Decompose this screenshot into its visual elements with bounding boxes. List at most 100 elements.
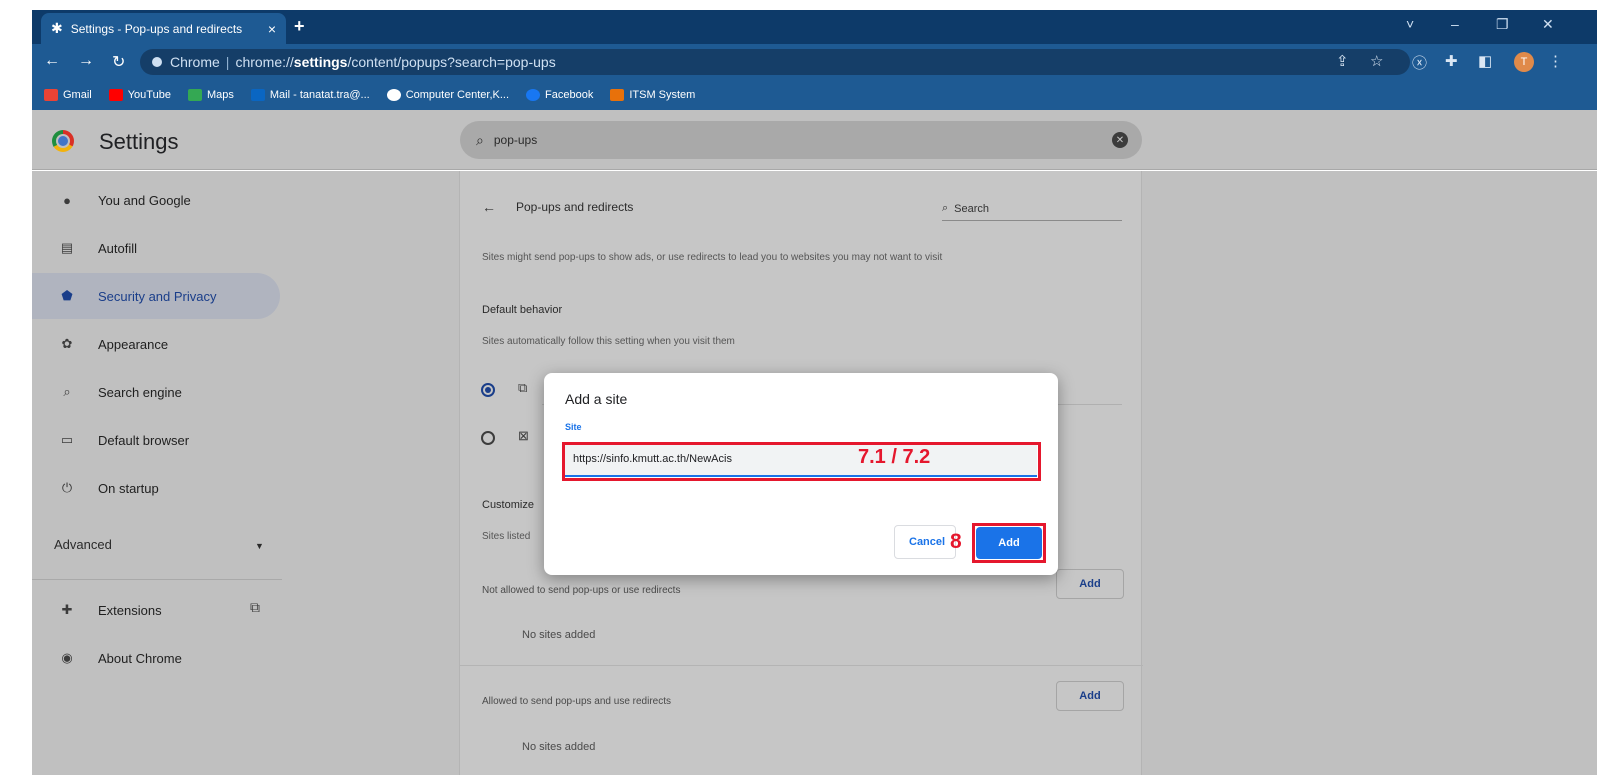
divider (460, 665, 1143, 666)
tab-title: Settings - Pop-ups and redirects (70, 21, 243, 36)
url-host: settings (293, 54, 348, 70)
subpage-search-input[interactable]: ⌕ Search (942, 197, 1122, 221)
shield-icon: ⬟ (61, 288, 73, 303)
palette-icon: ✿ (61, 336, 73, 351)
sidebar-item-label: Search engine (98, 384, 182, 400)
tab-search-icon[interactable]: ˅ (1406, 16, 1414, 32)
allowed-label: Allowed to send pop-ups and use redirect… (482, 696, 672, 707)
puzzle-icon: ✚ (61, 602, 73, 617)
site-chip-label: Chrome (170, 54, 220, 70)
restore-button[interactable]: ❐ (1496, 16, 1509, 33)
address-bar[interactable]: Chrome | chrome:// settings /content/pop… (140, 49, 1410, 75)
gear-icon: ✱ (51, 20, 63, 36)
sidebar-item-label: Security and Privacy (98, 288, 217, 304)
not-allowed-label: Not allowed to send pop-ups or use redir… (482, 585, 681, 596)
bookmark-computer-center[interactable]: Computer Center,K... (386, 89, 509, 101)
popup-blocked-icon: ⊠ (518, 428, 529, 443)
radio-allowed[interactable] (481, 383, 495, 397)
share-icon[interactable]: ⇪ (1336, 52, 1349, 70)
back-arrow-icon[interactable]: ← (482, 199, 496, 215)
gmail-icon (44, 89, 58, 101)
annotation-box-input (562, 442, 1041, 481)
sidebar-item-about[interactable]: ◉ About Chrome (32, 635, 280, 681)
sidebar-item-label: Default browser (98, 432, 190, 448)
puzzle-icon[interactable]: ✚ (1445, 52, 1458, 70)
search-icon: ⌕ (63, 384, 71, 399)
bookmark-gmail[interactable]: Gmail (44, 89, 92, 101)
new-tab-button[interactable]: + (294, 16, 305, 37)
extension-x-icon[interactable]: ⓧ (1412, 52, 1427, 73)
sidebar-item-search-engine[interactable]: ⌕ Search engine (32, 369, 280, 415)
sidebar-advanced[interactable]: Advanced (54, 537, 112, 552)
settings-header: Settings ⌕ pop-ups ✕ (32, 110, 1597, 170)
annotation-step-input: 7.1 / 7.2 (858, 446, 931, 468)
tab-settings[interactable]: ✱ Settings - Pop-ups and redirects × (41, 13, 286, 44)
sidebar-item-label: Autofill (98, 240, 138, 256)
sidebar-item-label: On startup (98, 480, 159, 496)
outlook-icon (250, 89, 265, 101)
minimize-button[interactable]: – (1451, 16, 1459, 32)
page-title: Settings (99, 129, 179, 154)
person-icon: ● (63, 192, 71, 208)
chrome-icon: ◉ (61, 650, 73, 665)
sidebar-item-you-and-google[interactable]: ● You and Google (32, 177, 280, 223)
tab-close-icon[interactable]: × (268, 21, 276, 37)
sidebar-item-label: Appearance (98, 336, 169, 352)
reload-icon[interactable]: ↻ (112, 52, 125, 72)
bookmark-youtube[interactable]: YouTube (108, 89, 171, 101)
subpage-search-placeholder: Search (954, 202, 990, 215)
sidebar-item-label: You and Google (98, 192, 191, 208)
bookmark-maps[interactable]: Maps (187, 89, 234, 101)
itsm-icon (610, 89, 625, 101)
sidebar-item-default-browser[interactable]: ▭ Default browser (32, 417, 280, 463)
popup-allowed-icon: ⧉ (518, 380, 528, 395)
site-chip[interactable]: Chrome (152, 54, 220, 70)
back-arrow-icon[interactable]: ← (44, 52, 60, 70)
bookmark-mail[interactable]: Mail - tanatat.tra@... (250, 89, 370, 101)
section-sub-customized: Sites listed (482, 531, 531, 542)
bookmarks-bar: Gmail YouTube Maps Mail - tanatat.tra@..… (32, 80, 1597, 110)
clipboard-icon: ▤ (60, 240, 74, 255)
section-heading-customized: Customize (482, 499, 534, 511)
sidebar-item-autofill[interactable]: ▤ Autofill (32, 225, 280, 271)
toolbar: ← → ↻ Chrome | chrome:// settings /conte… (32, 44, 1597, 80)
bookmark-facebook[interactable]: Facebook (526, 89, 593, 101)
settings-search-value: pop-ups (493, 133, 538, 147)
browser-icon: ▭ (60, 432, 74, 447)
section-heading-default: Default behavior (482, 304, 563, 316)
power-icon: ⏻ (61, 480, 73, 495)
search-icon: ⌕ (476, 131, 484, 148)
sidebar-divider (32, 579, 282, 580)
cancel-button[interactable]: Cancel (894, 525, 956, 559)
maps-icon (187, 89, 202, 101)
forward-arrow-icon[interactable]: → (78, 52, 94, 70)
youtube-icon (108, 89, 123, 101)
chrome-icon (152, 57, 162, 67)
close-window-button[interactable]: ✕ (1542, 16, 1554, 33)
open-in-new-icon[interactable]: ⧉ (250, 599, 260, 616)
sidebar-item-security[interactable]: ⬟ Security and Privacy (32, 273, 280, 319)
site-field-label: Site (565, 422, 582, 432)
avatar[interactable]: T (1514, 52, 1534, 72)
radio-blocked[interactable] (481, 431, 495, 445)
sidebar-item-appearance[interactable]: ✿ Appearance (32, 321, 280, 367)
chrome-logo-icon (52, 130, 74, 152)
globe-icon (386, 89, 401, 101)
menu-kebab-icon[interactable]: ⋮ (1548, 52, 1563, 70)
settings-search-input[interactable]: ⌕ pop-ups ✕ (460, 121, 1142, 159)
title-bar: ✱ Settings - Pop-ups and redirects × + ˅… (32, 10, 1597, 44)
search-icon: ⌕ (942, 202, 949, 214)
not-allowed-empty: No sites added (522, 629, 596, 641)
bookmark-star-icon[interactable]: ☆ (1370, 52, 1383, 70)
bookmark-itsm[interactable]: ITSM System (610, 89, 695, 101)
browser-window: ✱ Settings - Pop-ups and redirects × + ˅… (32, 10, 1597, 775)
side-panel-icon[interactable]: ◧ (1478, 52, 1492, 70)
clear-search-icon[interactable]: ✕ (1112, 132, 1128, 148)
add-allowed-button[interactable]: Add (1056, 681, 1124, 711)
url-path: /content/popups?search=pop-ups (347, 54, 556, 70)
sidebar-item-on-startup[interactable]: ⏻ On startup (32, 465, 280, 511)
add-not-allowed-button[interactable]: Add (1056, 569, 1124, 599)
sidebar-item-extensions[interactable]: ✚ Extensions (32, 587, 280, 633)
chevron-down-icon[interactable]: ▼ (255, 541, 264, 551)
annotation-box-add (972, 523, 1046, 563)
